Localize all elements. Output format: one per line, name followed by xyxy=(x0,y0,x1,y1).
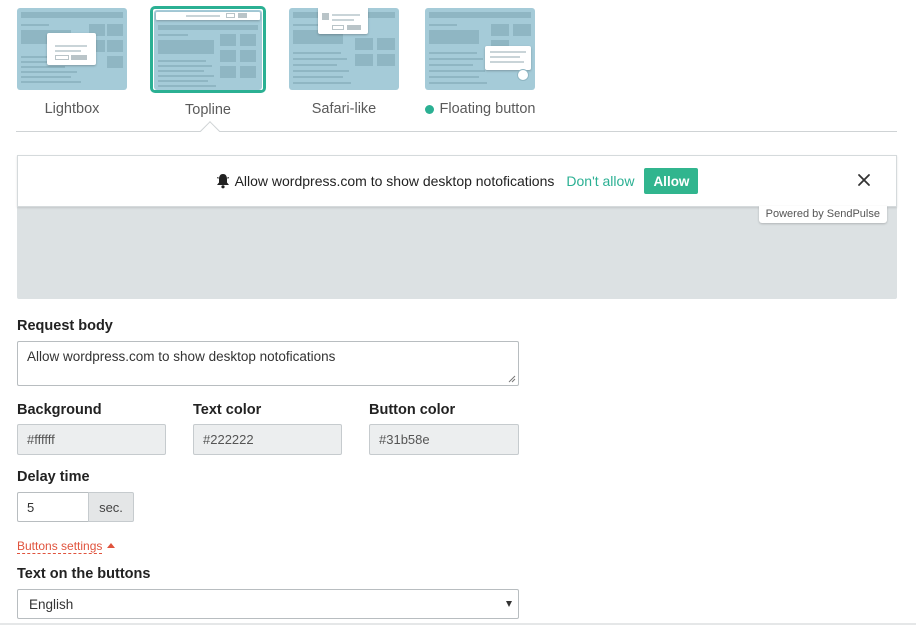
active-status-dot xyxy=(424,104,434,114)
buttons-text-label: Text on the buttons xyxy=(17,566,151,582)
request-body-value: Allow wordpress.com to show desktop noto… xyxy=(27,349,336,364)
notification-message: Allow wordpress.com to show desktop noto… xyxy=(234,173,555,189)
language-select[interactable]: English xyxy=(17,589,519,619)
floating-button-thumbnail xyxy=(425,8,535,90)
text-color-label: Text color xyxy=(193,402,262,418)
layout-option-floating-button[interactable]: Floating button xyxy=(424,6,536,117)
layout-label-text: Lightbox xyxy=(44,101,100,117)
language-selected-value: English xyxy=(29,597,74,612)
layout-thumb-wrap xyxy=(150,6,266,93)
text-color-input[interactable]: #222222 xyxy=(193,424,342,455)
close-icon[interactable] xyxy=(856,172,872,188)
topline-thumbnail xyxy=(154,9,262,90)
dont-allow-button[interactable]: Don't allow xyxy=(566,173,634,189)
layout-label: Floating button xyxy=(424,101,536,117)
allow-button[interactable]: Allow xyxy=(644,168,699,194)
layout-thumb-wrap xyxy=(16,6,128,92)
layout-label: Topline xyxy=(152,102,264,118)
layout-picker: Lightbox Topline Safari-like Floating bu… xyxy=(16,6,556,118)
background-color-input[interactable]: #ffffff xyxy=(17,424,166,455)
button-color-label: Button color xyxy=(369,402,456,418)
resize-grip-icon[interactable] xyxy=(508,375,516,383)
request-body-textarea[interactable]: Allow wordpress.com to show desktop noto… xyxy=(17,341,519,386)
layout-label-text: Floating button xyxy=(439,101,536,117)
background-label: Background xyxy=(17,402,102,418)
lightbox-thumbnail xyxy=(17,8,127,90)
tabs-divider xyxy=(16,131,897,132)
button-color-input[interactable]: #31b58e xyxy=(369,424,519,455)
notification-preview: Allow wordpress.com to show desktop noto… xyxy=(17,155,897,299)
buttons-settings-link[interactable]: Buttons settings xyxy=(17,539,103,554)
layout-option-topline[interactable]: Topline xyxy=(150,6,266,118)
active-tab-pointer xyxy=(200,121,220,141)
layout-thumb-wrap xyxy=(288,6,400,92)
chevron-down-icon xyxy=(506,601,512,607)
layout-thumb-wrap xyxy=(424,6,536,92)
layout-option-lightbox[interactable]: Lightbox xyxy=(16,6,128,117)
topline-notification-bar: Allow wordpress.com to show desktop noto… xyxy=(17,155,897,207)
layout-label-text: Safari-like xyxy=(311,101,377,117)
layout-label: Lightbox xyxy=(16,101,128,117)
delay-time-input[interactable]: 5 xyxy=(17,492,89,522)
bell-icon xyxy=(216,174,229,189)
delay-unit-addon: sec. xyxy=(88,492,134,522)
layout-label: Safari-like xyxy=(288,101,400,117)
delay-time-label: Delay time xyxy=(17,469,90,485)
safari-like-thumbnail xyxy=(289,8,399,90)
powered-by-badge[interactable]: Powered by SendPulse xyxy=(758,206,887,223)
request-body-label: Request body xyxy=(17,318,113,334)
caret-up-icon[interactable] xyxy=(107,543,115,548)
layout-option-safari-like[interactable]: Safari-like xyxy=(288,6,400,117)
layout-label-text: Topline xyxy=(185,102,231,118)
